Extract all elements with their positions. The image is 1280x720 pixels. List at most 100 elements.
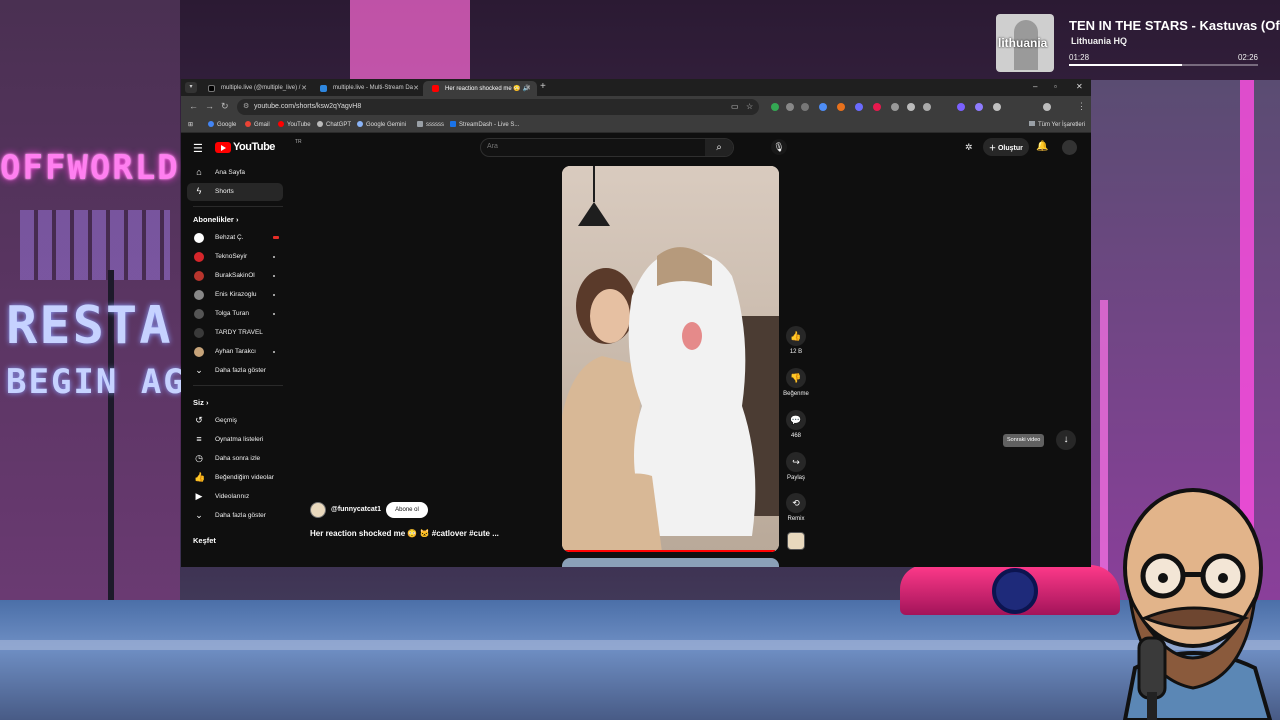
bookmark-gmail[interactable]: Gmail: [245, 121, 270, 128]
tab-multiple-live-x[interactable]: multiple.live (@multiple_live) / ✕: [199, 81, 313, 96]
extension-gray-icon[interactable]: [891, 103, 899, 111]
back-icon[interactable]: ←: [189, 101, 198, 111]
search-button[interactable]: ⌕: [705, 139, 733, 156]
subscription-ayhan-tarakci[interactable]: Ayhan Tarakcı: [187, 343, 283, 361]
subscription-label: Ayhan Tarakcı: [215, 348, 256, 355]
short-video-player[interactable]: [562, 166, 779, 552]
dislike-button[interactable]: 👎 Beğenme: [783, 368, 809, 397]
forward-icon[interactable]: →: [205, 101, 214, 111]
cast-icon[interactable]: ▭: [731, 102, 739, 111]
channel-avatar: [194, 252, 204, 262]
youtube-icon: [278, 121, 284, 127]
voice-search-button[interactable]: 🎙: [771, 139, 787, 155]
extension-screen-icon[interactable]: [801, 103, 809, 111]
browser-menu-icon[interactable]: ⋮: [1077, 101, 1086, 112]
studio-icon[interactable]: ✲: [965, 142, 973, 153]
bookmark-youtube[interactable]: YouTube: [278, 121, 311, 128]
bookmark-google[interactable]: Google: [208, 121, 236, 128]
subscriptions-heading-label: Abonelikler: [193, 215, 234, 224]
sidebar-item-history[interactable]: ↺ Geçmiş: [187, 412, 283, 430]
close-icon[interactable]: ✕: [413, 84, 419, 92]
history-icon: ↺: [195, 415, 203, 425]
liked-videos-icon: 👍: [194, 472, 206, 482]
site-info-icon[interactable]: ⚙: [243, 102, 249, 110]
sidebar-item-liked-videos[interactable]: 👍 Beğendiğim videolar: [187, 469, 283, 487]
extension-download-icon[interactable]: [786, 103, 794, 111]
extension-violet-icon[interactable]: [975, 103, 983, 111]
track-artist: Lithuania HQ: [1071, 36, 1127, 46]
extension-blue-icon[interactable]: [819, 103, 827, 111]
address-bar[interactable]: ⚙ youtube.com/shorts/ksw2qYagvH8 ▭ ☆: [237, 99, 759, 115]
sidebar-item-home[interactable]: ⌂ Ana Sayfa: [187, 164, 283, 182]
bookmark-ssssss[interactable]: ssssss: [417, 121, 444, 128]
create-button[interactable]: ＋ Oluştur: [983, 138, 1029, 156]
like-button[interactable]: 👍 12 B: [783, 326, 809, 355]
you-heading[interactable]: Siz ›: [193, 398, 208, 407]
subscription-behzat[interactable]: Behzat Ç.: [187, 229, 283, 247]
remix-button[interactable]: ⟲ Remix: [783, 493, 809, 522]
search-icon: ⌕: [716, 142, 722, 153]
maximize-button[interactable]: ▫: [1054, 82, 1057, 91]
tab-search-button[interactable]: ▾: [185, 82, 197, 93]
extension-shield-icon[interactable]: [855, 103, 863, 111]
profile-icon[interactable]: [1043, 103, 1051, 111]
subscription-teknoseyir[interactable]: TeknoSeyir: [187, 248, 283, 266]
short-progress-bar[interactable]: [562, 550, 779, 552]
subscribe-button[interactable]: Abone ol: [386, 502, 428, 518]
bookmark-google-gemini[interactable]: Google Gemini: [357, 121, 406, 128]
extension-circle-icon[interactable]: [907, 103, 915, 111]
comment-button[interactable]: 💬 468: [783, 410, 809, 439]
next-video-button[interactable]: ↓: [1056, 430, 1076, 450]
close-window-button[interactable]: ✕: [1076, 82, 1083, 91]
share-button[interactable]: ↪ Paylaş: [783, 452, 809, 481]
account-avatar[interactable]: [1062, 140, 1077, 155]
explore-heading[interactable]: Keşfet: [193, 536, 216, 545]
sidebar-item-playlists[interactable]: ≡ Oynatma listeleri: [187, 431, 283, 449]
extension-purple-icon[interactable]: [957, 103, 965, 111]
channel-avatar[interactable]: [310, 502, 326, 518]
bookmark-star-icon[interactable]: ☆: [746, 102, 753, 111]
subscription-label: Behzat Ç.: [215, 234, 244, 241]
new-tab-button[interactable]: +: [540, 81, 546, 92]
extension-info-icon[interactable]: [923, 103, 931, 111]
reload-icon[interactable]: ↻: [221, 101, 229, 112]
extension-red-icon[interactable]: [873, 103, 881, 111]
subscriptions-heading[interactable]: Abonelikler ›: [193, 215, 238, 224]
extensions-puzzle-icon[interactable]: [993, 103, 1001, 111]
you-show-more[interactable]: ⌄ Daha fazla göster: [187, 507, 283, 525]
street: [0, 600, 1280, 720]
subscription-enis-kirazoglu[interactable]: Enis Kirazoglu: [187, 286, 283, 304]
track-progress-bar: [1069, 64, 1258, 66]
bookmark-label: Gmail: [254, 122, 270, 128]
extension-green-icon[interactable]: [771, 103, 779, 111]
streamer-mascot-illustration: [1122, 488, 1273, 720]
subscription-tolga-turan[interactable]: Tolga Turan: [187, 305, 283, 323]
subscription-tardy-travel[interactable]: TARDY TRAVEL: [187, 324, 283, 342]
subscription-buraksakinol[interactable]: BurakSakinOl: [187, 267, 283, 285]
notifications-bell-icon[interactable]: 🔔: [1036, 141, 1048, 152]
search-input[interactable]: [487, 143, 707, 150]
sound-thumbnail[interactable]: [787, 532, 805, 550]
channel-avatar: [194, 271, 204, 281]
tab-multiple-live-dashboard[interactable]: multiple.live - Multi-Stream Da ✕: [311, 81, 425, 96]
track-title: TEN IN THE STARS - Kastuvas (Of: [1069, 18, 1280, 33]
close-icon[interactable]: ✕: [301, 84, 307, 92]
hamburger-menu-icon[interactable]: ☰: [193, 142, 203, 155]
subscription-label: BurakSakinOl: [215, 272, 255, 279]
short-channel-name[interactable]: @funnycatcat1: [331, 506, 381, 513]
tab-youtube-short[interactable]: Her reaction shocked me 😳 🔊 ✕: [423, 81, 537, 96]
sidebar-item-watch-later[interactable]: ◷ Daha sonra izle: [187, 450, 283, 468]
bookmark-chatgpt[interactable]: ChatGPT: [317, 121, 351, 128]
next-short-preview[interactable]: [562, 558, 779, 567]
close-icon[interactable]: ✕: [525, 84, 531, 92]
subscriptions-show-more[interactable]: ⌄ Daha fazla göster: [187, 362, 283, 380]
all-bookmarks-folder[interactable]: Tüm Yer İşaretleri: [1028, 121, 1085, 128]
playlists-icon: ≡: [196, 434, 202, 444]
sidebar-item-shorts[interactable]: ϟ Shorts: [187, 183, 283, 201]
sidebar-item-your-videos[interactable]: ▶ Videolarınız: [187, 488, 283, 506]
extension-orange-icon[interactable]: [837, 103, 845, 111]
apps-grid-icon[interactable]: ⊞: [188, 121, 193, 128]
minimize-button[interactable]: –: [1033, 82, 1037, 91]
short-title[interactable]: Her reaction shocked me 😳 🐱 #catlover #c…: [310, 529, 499, 538]
bookmark-streamdash[interactable]: StreamDash - Live S...: [450, 121, 519, 128]
